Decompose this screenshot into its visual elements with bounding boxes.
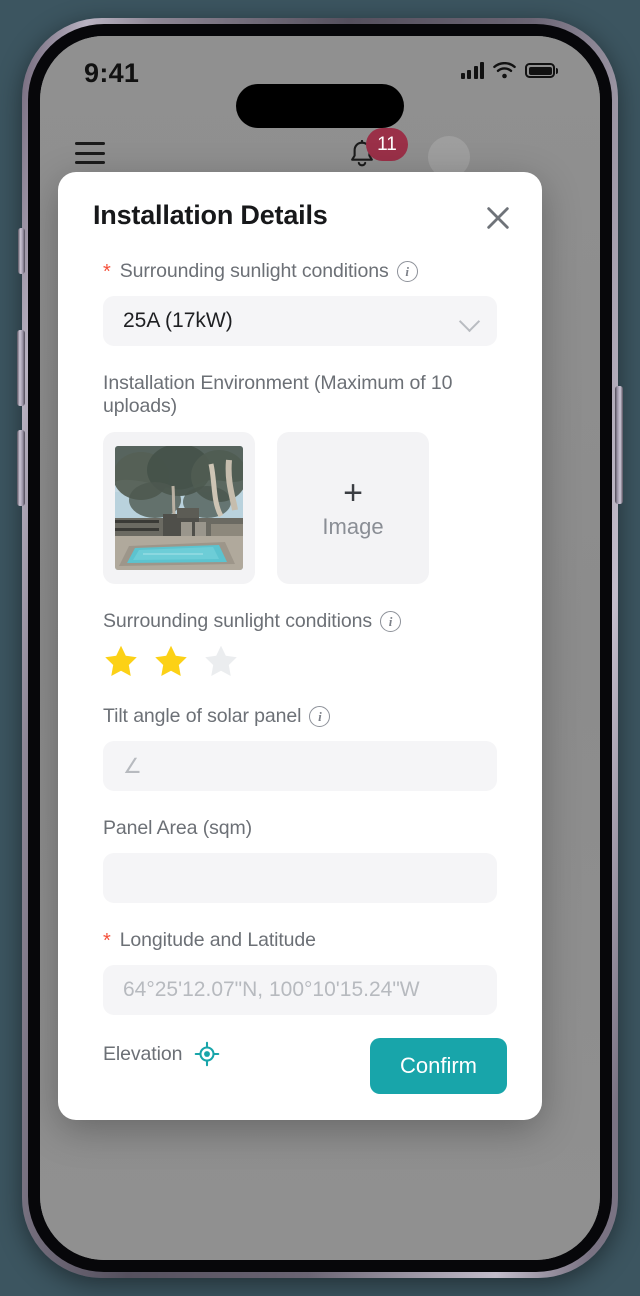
tilt-angle-placeholder: ∠	[123, 754, 142, 778]
plus-icon: +	[343, 474, 363, 512]
sunlight-select-label-text: Surrounding sunlight conditions	[119, 260, 389, 282]
panel-area-group: Panel Area (sqm)	[103, 817, 497, 903]
hamburger-menu-icon[interactable]	[75, 142, 105, 164]
volume-up-button[interactable]	[17, 330, 25, 406]
sunlight-select-input[interactable]: 25A (17kW)	[103, 296, 497, 346]
pool-photo-thumbnail	[115, 446, 243, 570]
sunlight-select-group: * Surrounding sunlight conditions i 25A …	[103, 260, 497, 346]
installation-details-modal: Installation Details * Surrounding sunli…	[58, 172, 542, 1120]
coordinates-group: * Longitude and Latitude 64°25'12.07"N, …	[103, 929, 497, 1015]
elevation-label: Elevation	[103, 1042, 183, 1065]
tilt-angle-group: Tilt angle of solar panel i ∠	[103, 705, 497, 791]
tilt-angle-input[interactable]: ∠	[103, 741, 497, 791]
silence-switch[interactable]	[18, 228, 25, 274]
sunlight-rating-label-text: Surrounding sunlight conditions	[103, 610, 372, 632]
star-rating[interactable]	[103, 643, 497, 679]
dynamic-island	[236, 84, 404, 128]
info-icon[interactable]: i	[309, 706, 331, 727]
uploaded-image-item[interactable]	[103, 432, 255, 584]
tilt-angle-label-text: Tilt angle of solar panel	[103, 705, 302, 727]
sunlight-select-label: * Surrounding sunlight conditions i	[103, 260, 497, 283]
sunlight-rating-group: Surrounding sunlight conditions i	[103, 610, 497, 679]
info-icon[interactable]: i	[380, 611, 401, 632]
battery-full-icon	[525, 63, 558, 78]
modal-header: Installation Details	[58, 172, 542, 260]
info-icon[interactable]: i	[396, 261, 418, 282]
panel-area-label: Panel Area (sqm)	[103, 817, 253, 839]
sunlight-select-value: 25A (17kW)	[123, 309, 233, 332]
sunlight-rating-label: Surrounding sunlight conditions i	[103, 610, 497, 633]
notification-badge: 11	[366, 128, 408, 161]
close-icon[interactable]	[482, 202, 514, 234]
coordinates-label-text: Longitude and Latitude	[119, 929, 316, 951]
cellular-signal-icon	[460, 62, 484, 79]
coordinates-placeholder: 64°25'12.07"N, 100°10'15.24"W	[123, 978, 420, 1001]
modal-body: * Surrounding sunlight conditions i 25A …	[58, 260, 542, 1120]
coordinates-input[interactable]: 64°25'12.07"N, 100°10'15.24"W	[103, 965, 497, 1015]
star-icon-empty[interactable]	[203, 643, 239, 679]
environment-label: Installation Environment (Maximum of 10 …	[103, 372, 453, 417]
star-icon-filled[interactable]	[153, 643, 189, 679]
chevron-down-icon	[458, 310, 481, 333]
coordinates-label: * Longitude and Latitude	[103, 929, 497, 952]
notifications-button[interactable]: 11	[345, 128, 408, 176]
add-image-label: Image	[322, 514, 384, 539]
upload-list: + Image	[103, 432, 497, 584]
wifi-icon	[493, 62, 516, 79]
required-asterisk: *	[103, 260, 111, 283]
star-icon-filled[interactable]	[103, 643, 139, 679]
tilt-angle-label: Tilt angle of solar panel i	[103, 705, 497, 728]
panel-area-input[interactable]	[103, 853, 497, 903]
power-button[interactable]	[615, 386, 623, 504]
volume-down-button[interactable]	[17, 430, 25, 506]
gps-crosshair-icon[interactable]	[194, 1041, 220, 1067]
confirm-button[interactable]: Confirm	[369, 1038, 507, 1094]
add-image-button[interactable]: + Image	[277, 432, 429, 584]
status-indicators	[460, 62, 558, 79]
page-title: Installation Details	[93, 200, 328, 230]
environment-group: Installation Environment (Maximum of 10 …	[103, 372, 497, 584]
required-asterisk: *	[103, 929, 111, 952]
phone-screen: 9:41 11 Installation Details * Surroundi…	[40, 36, 600, 1260]
status-time: 9:41	[84, 58, 140, 88]
screenshot-root: 9:41 11 Installation Details * Surroundi…	[0, 0, 640, 1296]
